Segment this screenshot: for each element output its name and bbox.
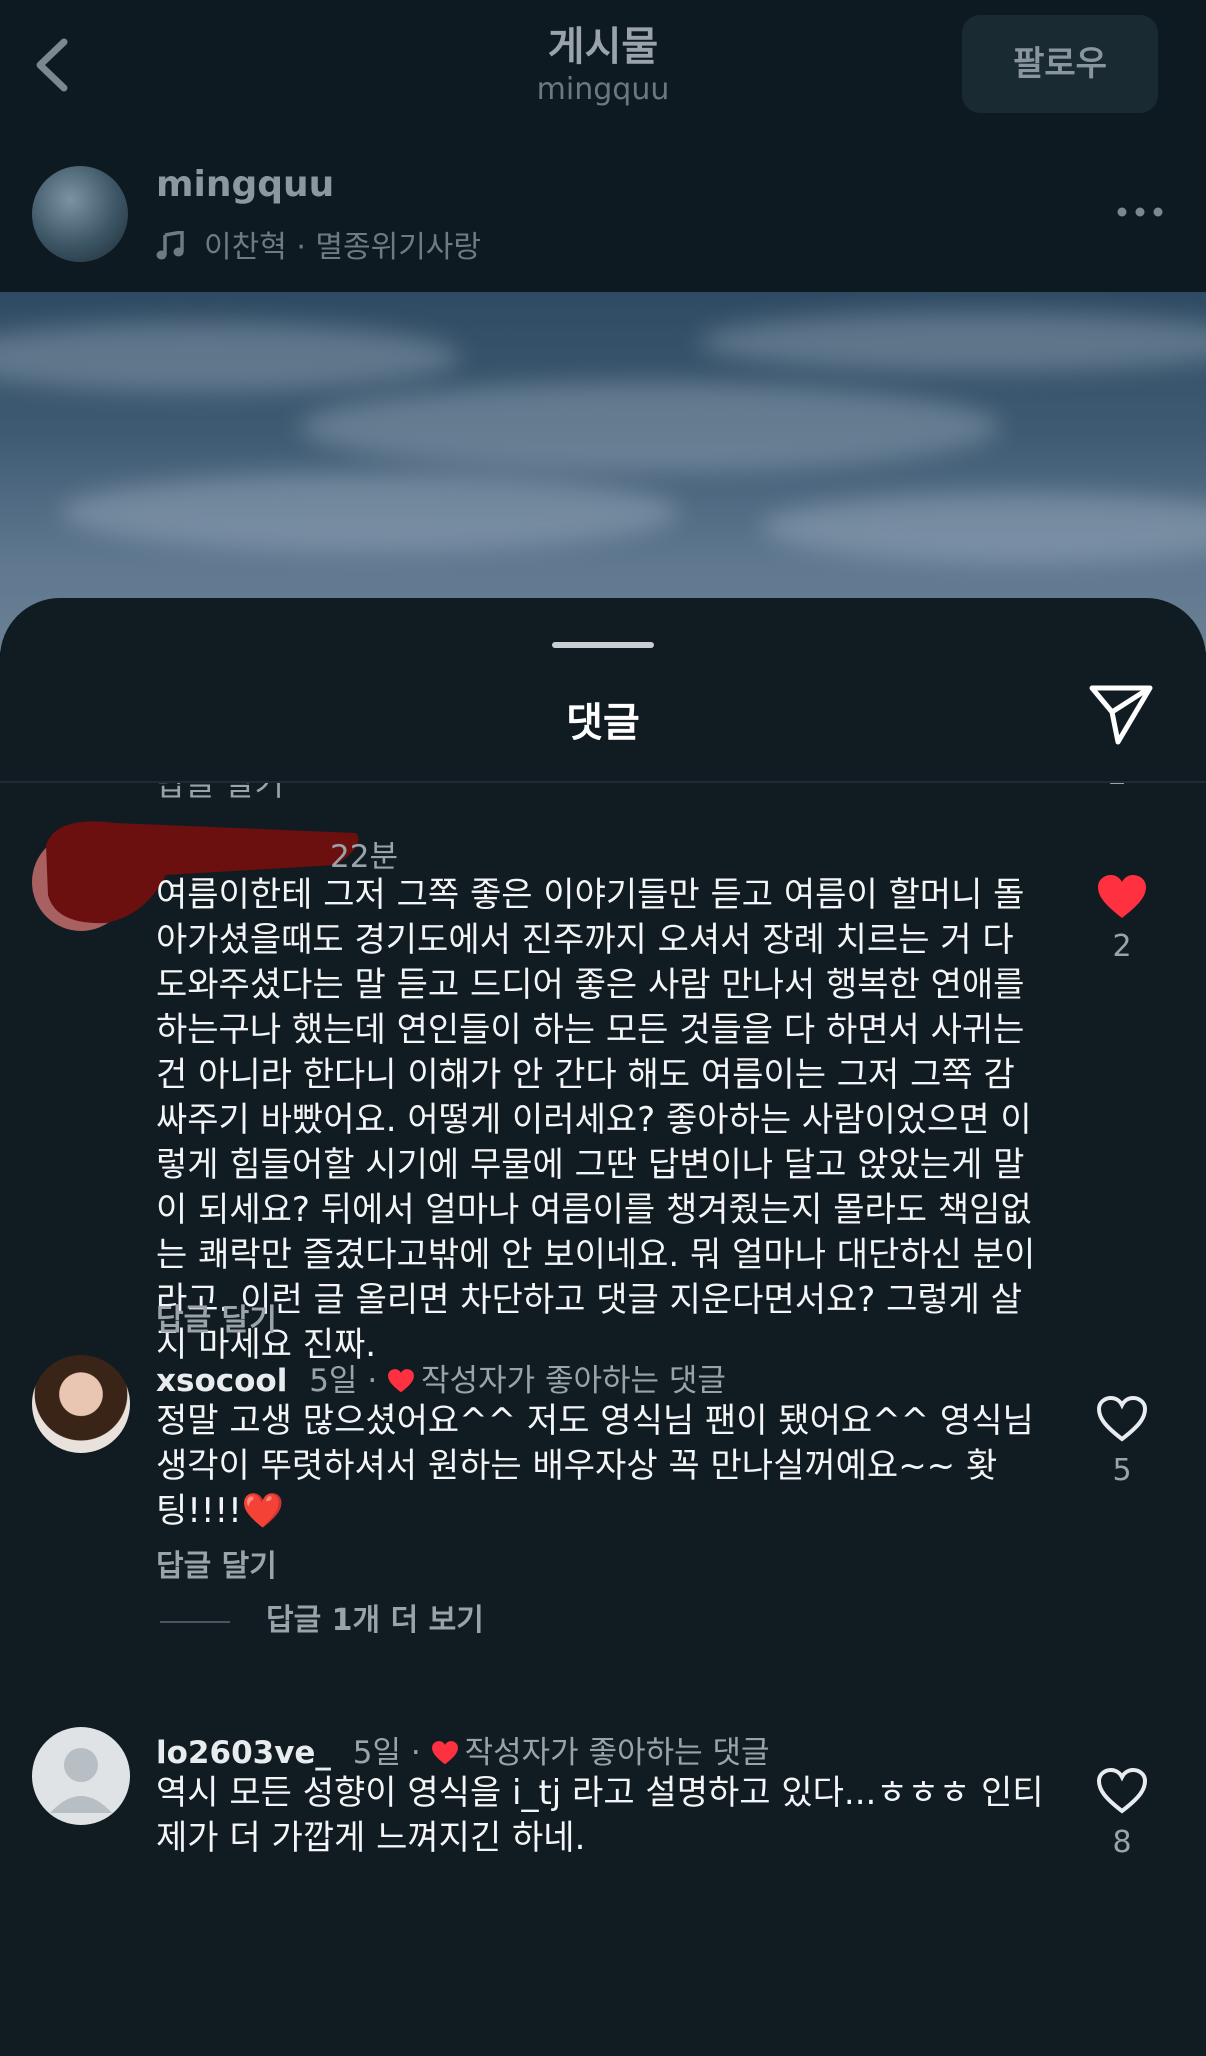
comment-time: 5일: [309, 1363, 358, 1399]
comment-meta: lo2603ve_ 5일 · 작성자가 좋아하는 댓글: [156, 1735, 770, 1771]
heart-filled-icon[interactable]: [1096, 873, 1148, 921]
comment-text: 정말 고생 많으셨어요^^ 저도 영식님 팬이 됐어요^^ 영식님 생각이 뚜렷…: [156, 1401, 1034, 1531]
heart-outline-icon[interactable]: [1096, 1767, 1148, 1815]
view-more-label: 답글 1개 더 보기: [266, 1603, 484, 1638]
author-liked-label: 작성자가 좋아하는 댓글: [464, 1735, 770, 1771]
music-note-icon: [156, 231, 184, 260]
post-author-bar: mingquu 이찬혁 · 멸종위기사랑: [0, 130, 1206, 292]
comment-username[interactable]: lo2603ve_: [156, 1735, 331, 1771]
reply-link[interactable]: 답글 달기: [156, 1295, 277, 1339]
comment-list: 답글 달기 2 22분 여름이한테 그저 그쪽 좋은 이야기들만 듣고 여름이 …: [0, 783, 1206, 2056]
avatar[interactable]: [32, 1355, 130, 1453]
music-label: 이찬혁 · 멸종위기사랑: [204, 230, 482, 265]
comment-time: 22분: [330, 839, 398, 875]
heart-outline-icon[interactable]: [1096, 1395, 1148, 1443]
comments-sheet: 댓글 답글 달기 2 22분 여름이한테 그저 그쪽 좋은 이야기들만 듣고 여…: [0, 598, 1206, 2056]
like-count-cut: 2: [1108, 783, 1127, 792]
top-app-bar: 게시물 mingquu 팔로우: [0, 0, 1206, 130]
reply-link[interactable]: 답글 달기: [156, 1541, 277, 1585]
comment-text: 여름이한테 그저 그쪽 좋은 이야기들만 듣고 여름이 할머니 돌아가셨을때도 …: [156, 875, 1036, 1365]
avatar[interactable]: [32, 166, 128, 262]
avatar[interactable]: [32, 1727, 130, 1825]
heart-filled-icon: [388, 1369, 414, 1393]
author-liked-label: 작성자가 좋아하는 댓글: [421, 1363, 726, 1399]
sheet-title: 댓글: [566, 700, 640, 746]
comment-username[interactable]: xsocool: [156, 1363, 287, 1399]
reply-link-cut[interactable]: 답글 달기: [156, 783, 284, 805]
paper-plane-icon[interactable]: [1088, 682, 1154, 746]
follow-button[interactable]: 팔로우: [962, 15, 1158, 113]
comment-meta: 22분: [330, 831, 398, 876]
more-horizontal-icon[interactable]: [1116, 206, 1164, 218]
comment-time: 5일: [352, 1735, 402, 1771]
post-music-info[interactable]: 이찬혁 · 멸종위기사랑: [156, 222, 481, 266]
default-avatar-icon: [50, 1748, 112, 1813]
like-count: 5: [1112, 1453, 1132, 1488]
comment-meta: xsocool 5일 · 작성자가 좋아하는 댓글: [156, 1363, 726, 1399]
heart-filled-icon: [431, 1741, 458, 1765]
drag-handle[interactable]: [552, 642, 654, 648]
thread-line: [160, 1620, 230, 1623]
comment-text: 역시 모든 성향이 영식을 i_tj 라고 설명하고 있다...ㅎㅎㅎ 인티제가…: [156, 1773, 1044, 1858]
post-username[interactable]: mingquu: [156, 164, 334, 205]
view-more-replies[interactable]: 답글 1개 더 보기: [160, 1595, 484, 1639]
like-count: 2: [1112, 929, 1132, 964]
like-count: 8: [1112, 1825, 1132, 1860]
